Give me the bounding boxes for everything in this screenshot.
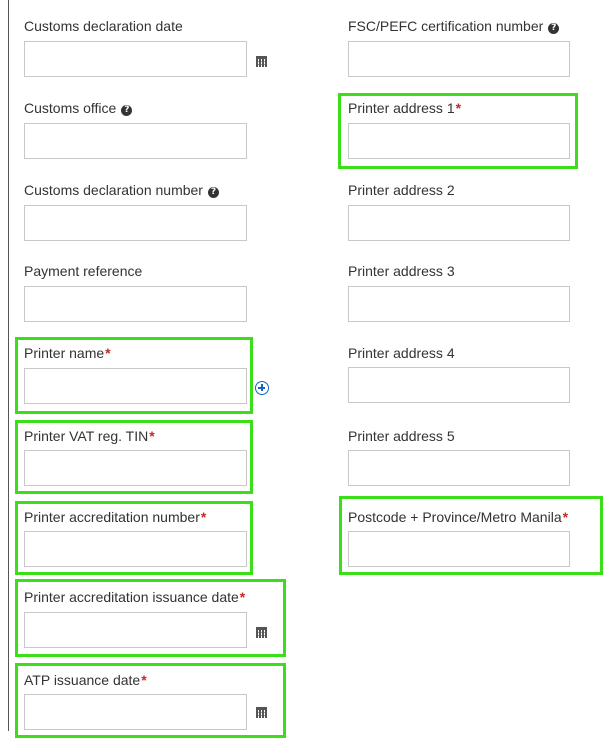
printer-address-4-input[interactable] (348, 367, 570, 403)
payment-reference-input[interactable] (24, 286, 247, 322)
customs-office-label: Customs office? (24, 100, 133, 116)
printer-address-5-input[interactable] (348, 450, 570, 486)
printer-accreditation-number-label: Printer accreditation number* (24, 509, 207, 525)
calendar-icon[interactable] (256, 56, 267, 67)
customs-declaration-date-input[interactable] (24, 41, 247, 77)
printer-vat-label: Printer VAT reg. TIN* (24, 428, 155, 444)
printer-name-label: Printer name* (24, 345, 111, 361)
printer-address-1-input[interactable] (348, 123, 570, 159)
fsc-pefc-input[interactable] (348, 41, 570, 77)
help-icon[interactable]: ? (121, 105, 133, 116)
printer-address-1-label: Printer address 1* (348, 100, 462, 116)
add-circle-icon[interactable] (255, 381, 269, 395)
postcode-province-input[interactable] (348, 531, 570, 567)
customs-declaration-number-input[interactable] (24, 205, 247, 241)
customs-declaration-date-label: Customs declaration date (24, 18, 183, 34)
printer-address-3-label: Printer address 3 (348, 263, 455, 279)
printer-vat-input[interactable] (24, 450, 247, 486)
payment-reference-label: Payment reference (24, 263, 143, 279)
atp-issuance-date-label: ATP issuance date* (24, 672, 147, 688)
atp-issuance-date-input[interactable] (24, 694, 247, 730)
help-icon[interactable]: ? (207, 187, 219, 198)
printer-address-2-input[interactable] (348, 205, 570, 241)
left-border-line (8, 0, 9, 731)
fsc-pefc-label: FSC/PEFC certification number? (348, 18, 560, 34)
customs-declaration-number-label: Customs declaration number? (24, 182, 219, 198)
calendar-icon[interactable] (256, 627, 267, 638)
postcode-province-label: Postcode + Province/Metro Manila* (348, 509, 569, 525)
printer-address-2-label: Printer address 2 (348, 182, 455, 198)
printer-accreditation-issuance-date-input[interactable] (24, 612, 247, 648)
printer-address-4-label: Printer address 4 (348, 345, 455, 361)
calendar-icon[interactable] (256, 707, 267, 718)
help-icon[interactable]: ? (548, 23, 560, 34)
customs-office-input[interactable] (24, 123, 247, 159)
printer-accreditation-issuance-date-label: Printer accreditation issuance date* (24, 589, 246, 605)
printer-name-input[interactable] (24, 368, 247, 404)
printer-address-5-label: Printer address 5 (348, 428, 455, 444)
printer-accreditation-number-input[interactable] (24, 531, 247, 567)
printer-address-3-input[interactable] (348, 286, 570, 322)
